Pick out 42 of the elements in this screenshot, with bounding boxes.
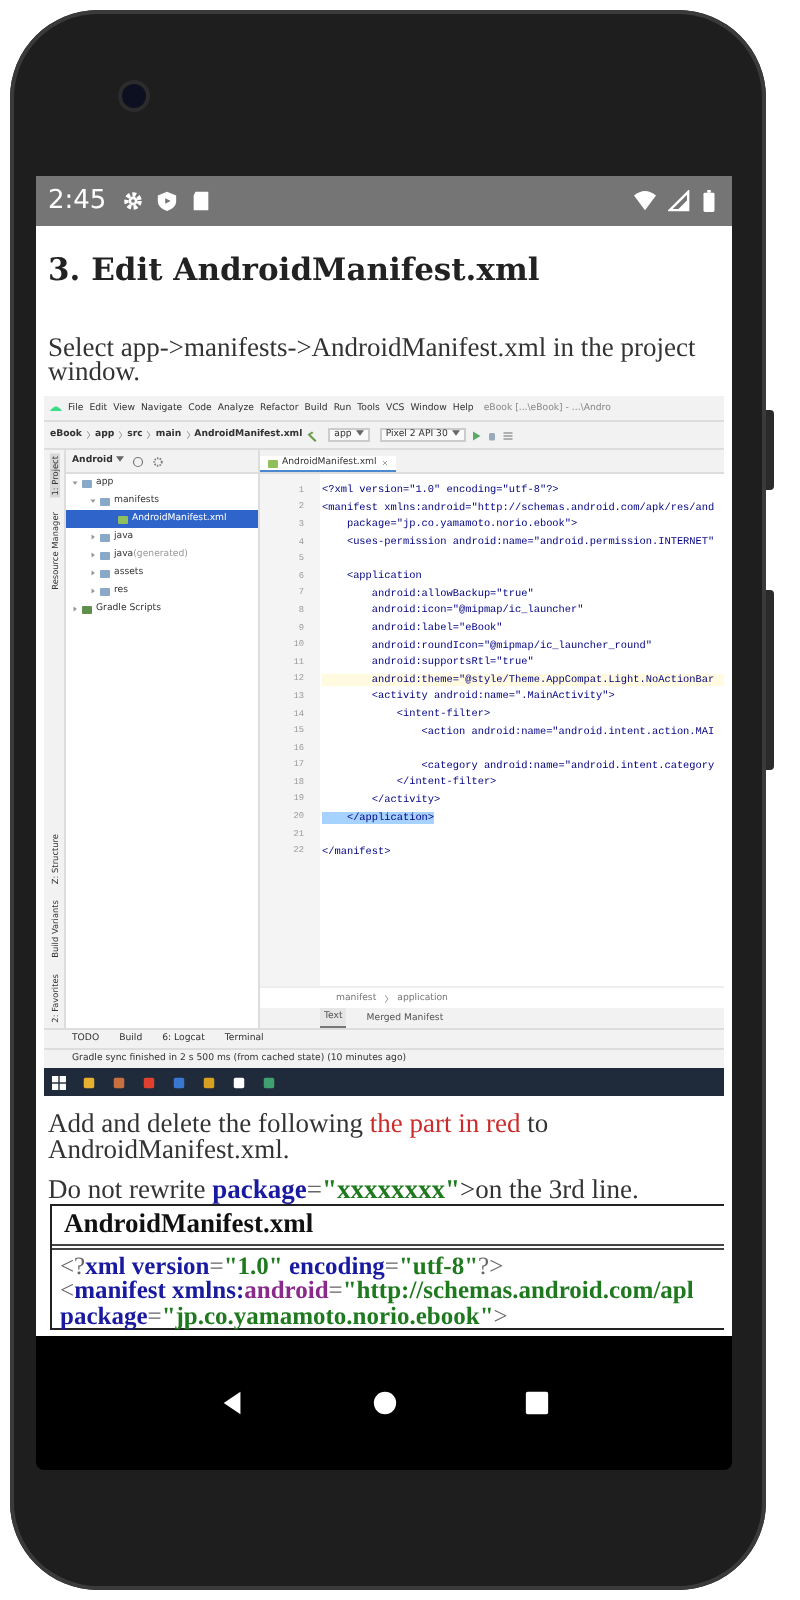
chevron-icon	[185, 430, 191, 440]
wifi-icon	[634, 190, 656, 212]
collapsed-arrow-icon[interactable]	[72, 606, 78, 612]
recents-icon[interactable]	[523, 1390, 549, 1416]
caret-icon	[355, 430, 364, 437]
note-text: Do not rewrite package="xxxxxxxx">on the 3rd line.	[48, 1178, 641, 1203]
battery-icon	[702, 190, 716, 212]
expanded-arrow-icon[interactable]	[90, 498, 96, 504]
gear-icon	[122, 190, 145, 212]
listing-title: AndroidManifest.xml	[52, 1205, 724, 1249]
expanded-arrow-icon[interactable]	[72, 480, 78, 486]
camera-lens	[122, 84, 146, 108]
chevron-icon	[85, 430, 91, 440]
home-icon[interactable]	[371, 1390, 397, 1416]
instruction-text: Select app->manifests->AndroidManifest.xml in the project window.	[48, 336, 698, 384]
close-icon[interactable]	[382, 460, 389, 466]
chevron-icon	[384, 993, 390, 1003]
chevron-icon	[146, 430, 152, 440]
play-icon[interactable]	[469, 429, 482, 441]
clock: 2:45	[48, 186, 107, 216]
caret-icon	[451, 430, 460, 437]
gear-icon[interactable]	[152, 455, 165, 467]
shield-icon	[156, 190, 179, 212]
instruction-text: Add and delete the following the part in red to AndroidManifest.xml.	[48, 1112, 551, 1162]
collapsed-arrow-icon[interactable]	[90, 570, 96, 576]
sd-card-icon	[190, 190, 213, 212]
taskbar-app-icon[interactable]	[232, 1075, 246, 1089]
app-icon	[50, 402, 62, 414]
chevron-icon	[118, 430, 124, 440]
taskbar-app-icon[interactable]	[82, 1075, 96, 1089]
section-heading: 3. Edit AndroidManifest.xml	[48, 250, 542, 288]
list-icon[interactable]	[501, 429, 514, 441]
back-icon[interactable]	[219, 1390, 245, 1416]
caret-icon	[116, 456, 125, 463]
collapsed-arrow-icon[interactable]	[90, 534, 96, 540]
collapsed-arrow-icon[interactable]	[90, 588, 96, 594]
collapsed-arrow-icon[interactable]	[90, 552, 96, 558]
signal-icon	[668, 190, 690, 212]
start-icon[interactable]	[52, 1075, 66, 1089]
code-listing: <?xml version="1.0" encoding="utf-8"?> <manifest xmlns:android="http://schemas.android.com/apl package="jp.co.yamamoto.norio.ebook">	[58, 1249, 696, 1328]
taskbar-app-icon[interactable]	[202, 1075, 216, 1089]
target-icon[interactable]	[132, 455, 145, 467]
